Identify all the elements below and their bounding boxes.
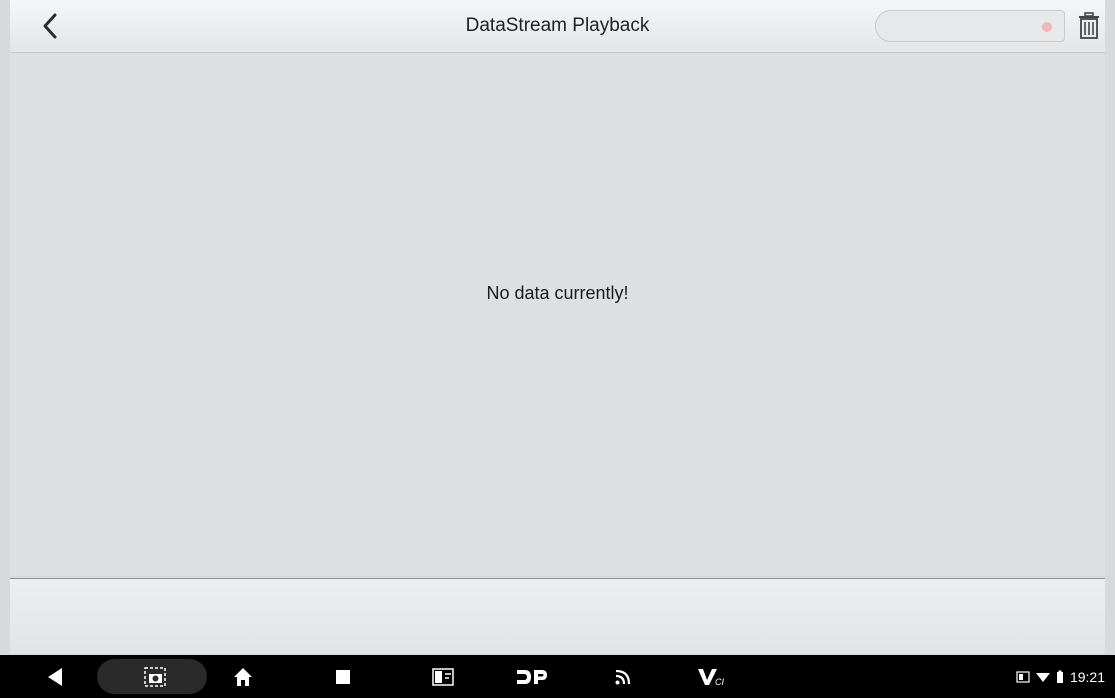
home-icon — [234, 667, 252, 686]
dp-button[interactable] — [512, 655, 552, 698]
wifi-icon — [1035, 672, 1050, 682]
content-area: No data currently! — [10, 53, 1105, 576]
system-navigation-bar: CI 19:21 — [0, 655, 1115, 698]
screenshot-icon-wrap[interactable] — [140, 655, 170, 698]
nav-home-button[interactable] — [228, 655, 258, 698]
delete-button[interactable] — [1074, 10, 1104, 42]
clear-icon[interactable] — [1042, 22, 1052, 32]
vci-button[interactable]: CI — [693, 655, 729, 698]
vci-icon: CI — [698, 668, 724, 687]
status-area: 19:21 — [1016, 655, 1105, 698]
svg-text:CI: CI — [715, 677, 724, 687]
bottom-panel — [10, 578, 1105, 654]
nav-recents-button[interactable] — [330, 655, 356, 698]
header-bar: DataStream Playback — [10, 0, 1105, 53]
cast-button[interactable] — [608, 655, 638, 698]
empty-state-message: No data currently! — [486, 283, 629, 303]
triangle-back-icon — [48, 667, 62, 686]
split-window-button[interactable] — [428, 655, 458, 698]
trash-icon — [1079, 12, 1099, 39]
signal-icon — [615, 669, 631, 684]
square-icon — [336, 669, 350, 684]
split-window-icon — [432, 667, 454, 686]
clock-time: 19:21 — [1069, 668, 1105, 685]
nav-back-button[interactable] — [38, 655, 72, 698]
battery-icon — [1056, 670, 1063, 683]
camera-icon — [144, 666, 166, 687]
dp-icon — [517, 669, 547, 684]
search-input[interactable] — [875, 10, 1065, 42]
sim-card-icon — [1016, 670, 1030, 683]
